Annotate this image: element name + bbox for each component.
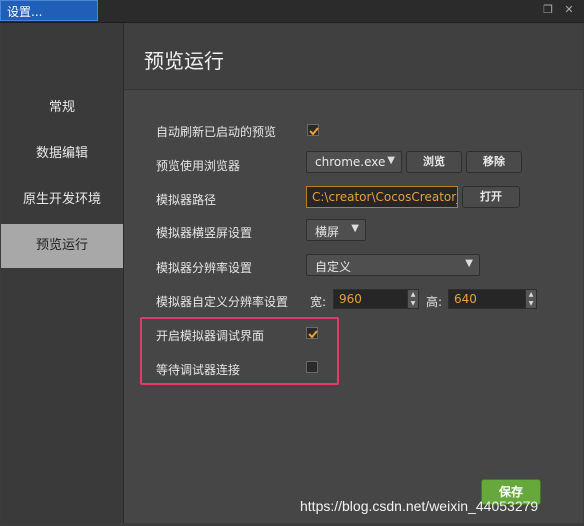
- width-value: 960: [339, 292, 362, 306]
- close-icon[interactable]: ✕: [563, 4, 575, 16]
- browser-label: 预览使用浏览器: [156, 159, 241, 173]
- height-label: 高:: [426, 295, 443, 309]
- custom-res-label: 模拟器自定义分辨率设置: [156, 295, 289, 309]
- checkmark-icon: [308, 330, 318, 339]
- up-arrow-icon[interactable]: ▲: [408, 290, 418, 299]
- resolution-select[interactable]: 自定义 ▼: [306, 254, 480, 276]
- orientation-label: 模拟器横竖屏设置: [156, 226, 253, 240]
- height-stepper[interactable]: ▲ ▼: [525, 290, 536, 308]
- dropdown-arrow-icon: ▼: [351, 223, 359, 234]
- auto-refresh-label: 自动刷新已启动的预览: [156, 125, 277, 139]
- resolution-label: 模拟器分辨率设置: [156, 261, 253, 275]
- remove-button[interactable]: 移除: [466, 151, 522, 173]
- down-arrow-icon[interactable]: ▼: [408, 299, 418, 308]
- down-arrow-icon[interactable]: ▼: [526, 299, 536, 308]
- browser-select[interactable]: chrome.exe ▼: [306, 151, 402, 173]
- resolution-select-value: 自定义: [315, 260, 352, 274]
- checkmark-icon: [309, 127, 319, 136]
- sidebar-item-preview[interactable]: 预览运行: [1, 224, 123, 268]
- restore-icon[interactable]: ❐: [542, 4, 554, 16]
- wait-debugger-checkbox[interactable]: [306, 361, 318, 373]
- width-label: 宽:: [310, 295, 327, 309]
- sidebar-item-general[interactable]: 常规: [1, 86, 123, 130]
- sim-path-label: 模拟器路径: [156, 193, 217, 207]
- sidebar-item-data-editing[interactable]: 数据编辑: [1, 132, 123, 176]
- debug-ui-checkbox[interactable]: [306, 327, 318, 339]
- height-value: 640: [454, 292, 477, 306]
- orientation-select[interactable]: 横屏 ▼: [306, 219, 366, 241]
- title-bar: 设置... ❐ ✕: [0, 0, 584, 23]
- browser-select-value: chrome.exe: [315, 155, 386, 169]
- wait-debugger-label: 等待调试器连接: [156, 363, 241, 377]
- window-tab[interactable]: 设置...: [0, 0, 98, 21]
- panel-header: 预览运行: [124, 23, 583, 90]
- open-button[interactable]: 打开: [462, 186, 520, 208]
- sim-path-input[interactable]: C:\creator\CocosCreator_v: [306, 186, 458, 208]
- browse-button[interactable]: 浏览: [406, 151, 462, 173]
- dropdown-arrow-icon: ▼: [387, 155, 395, 166]
- height-input[interactable]: 640 ▲ ▼: [448, 289, 537, 309]
- width-stepper[interactable]: ▲ ▼: [407, 290, 418, 308]
- sidebar: 常规 数据编辑 原生开发环境 预览运行: [1, 23, 124, 523]
- watermark: https://blog.csdn.net/weixin_44053279: [300, 498, 539, 514]
- width-input[interactable]: 960 ▲ ▼: [333, 289, 419, 309]
- sidebar-item-native-env[interactable]: 原生开发环境: [1, 178, 123, 222]
- orientation-select-value: 横屏: [315, 225, 340, 239]
- up-arrow-icon[interactable]: ▲: [526, 290, 536, 299]
- page-title: 预览运行: [144, 49, 224, 73]
- dropdown-arrow-icon: ▼: [465, 258, 473, 269]
- debug-ui-label: 开启模拟器调试界面: [156, 329, 265, 343]
- auto-refresh-checkbox[interactable]: [307, 124, 319, 136]
- main-panel: 预览运行 自动刷新已启动的预览 预览使用浏览器 chrome.exe ▼ 浏览 …: [124, 23, 583, 523]
